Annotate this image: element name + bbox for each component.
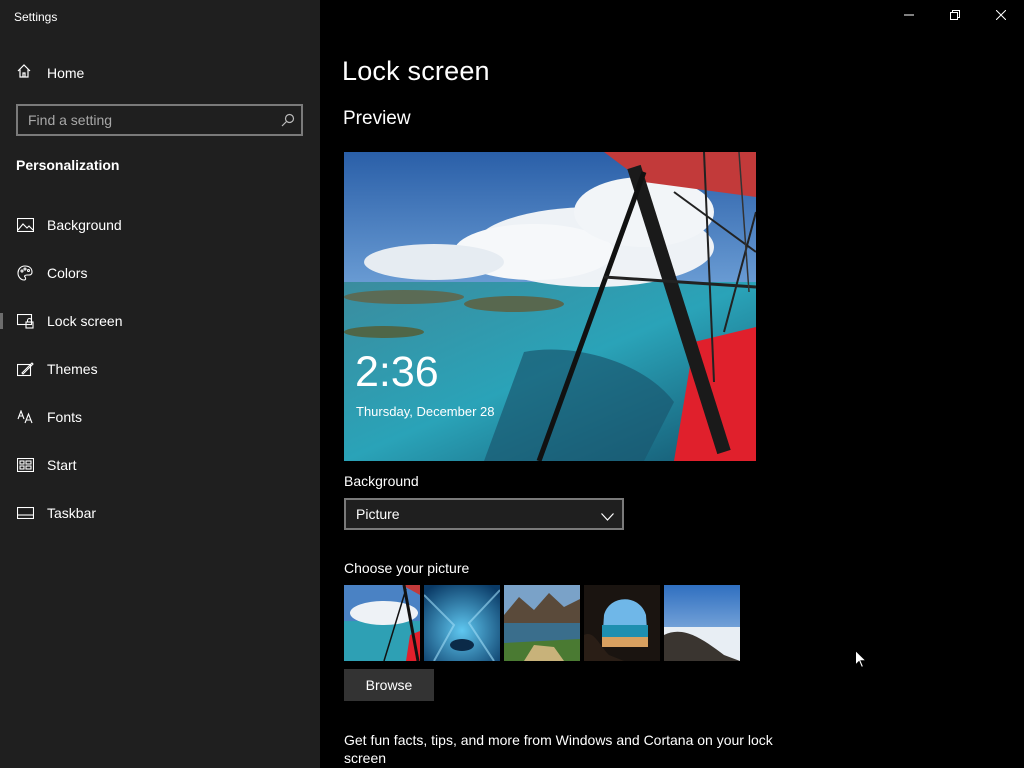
search-input[interactable] [18, 106, 278, 134]
sidebar-item-label: Themes [47, 361, 98, 377]
preview-time: 2:36 [355, 348, 439, 396]
selection-indicator [0, 313, 3, 329]
preview-heading: Preview [343, 108, 411, 129]
home-icon [16, 63, 32, 84]
chevron-down-icon [601, 508, 614, 526]
browse-button[interactable]: Browse [344, 669, 434, 701]
picture-thumbnail-5[interactable] [664, 585, 740, 661]
section-title: Personalization [16, 157, 120, 173]
search-icon[interactable] [281, 113, 295, 132]
preview-date: Thursday, December 28 [356, 404, 495, 419]
sidebar-item-label: Colors [47, 265, 88, 281]
sidebar-item-colors[interactable]: Colors [0, 253, 320, 293]
picture-thumbnail-2[interactable] [424, 585, 500, 661]
picture-thumbnail-3[interactable] [504, 585, 580, 661]
fonts-icon [16, 408, 34, 426]
picture-thumbnail-4[interactable] [584, 585, 660, 661]
sidebar-item-background[interactable]: Background [0, 205, 320, 245]
lock-screen-icon [16, 312, 34, 330]
sidebar-item-label: Fonts [47, 409, 83, 425]
taskbar-icon [16, 504, 34, 522]
picture-thumbnail-1[interactable] [344, 585, 420, 661]
home-nav-item[interactable]: Home [16, 62, 84, 84]
window-title: Settings [14, 10, 58, 24]
page-title: Lock screen [342, 56, 490, 86]
sidebar-item-label: Start [47, 457, 77, 473]
background-label: Background [344, 473, 419, 489]
palette-icon [16, 264, 34, 282]
background-dropdown-value: Picture [356, 506, 400, 522]
themes-icon [16, 360, 34, 378]
sidebar-item-label: Background [47, 217, 122, 233]
main-content: Lock screen Preview 2:36 Thursday, Decem… [320, 0, 1024, 768]
search-box[interactable] [16, 104, 303, 136]
background-dropdown[interactable]: Picture [344, 498, 624, 530]
sidebar-item-taskbar[interactable]: Taskbar [0, 493, 320, 533]
picture-icon [16, 216, 34, 234]
sidebar: Settings Home Personalization Background [0, 0, 320, 768]
sidebar-item-lock-screen[interactable]: Lock screen [0, 301, 320, 341]
start-icon [16, 456, 34, 474]
sidebar-item-themes[interactable]: Themes [0, 349, 320, 389]
mouse-cursor-icon [855, 649, 868, 674]
sidebar-item-label: Lock screen [47, 313, 123, 329]
sidebar-item-label: Taskbar [47, 505, 97, 521]
choose-picture-label: Choose your picture [344, 560, 470, 576]
sidebar-item-fonts[interactable]: Fonts [0, 397, 320, 437]
home-label: Home [47, 65, 85, 81]
sidebar-item-start[interactable]: Start [0, 445, 320, 485]
fun-facts-text: Get fun facts, tips, and more from Windo… [344, 732, 773, 766]
lock-screen-preview: 2:36 Thursday, December 28 [344, 152, 756, 461]
